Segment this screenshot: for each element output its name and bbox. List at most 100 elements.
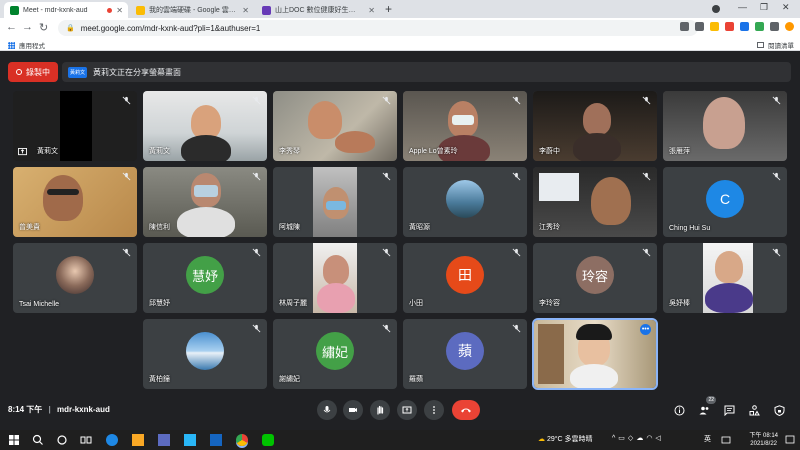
participant-face: [703, 97, 745, 149]
participant-tile[interactable]: 張雁萍: [663, 91, 787, 161]
participant-tile[interactable]: Apple Lo曾素玲: [403, 91, 527, 161]
participant-tile[interactable]: 蘋 羅蘋: [403, 319, 527, 389]
participant-face: [191, 105, 221, 139]
close-icon[interactable]: ✕: [242, 6, 249, 15]
participant-tile[interactable]: 黃莉文: [13, 91, 137, 161]
reading-list[interactable]: 閱讀清單: [757, 40, 794, 50]
notification-icon[interactable]: [784, 434, 796, 446]
chat-button[interactable]: [721, 402, 737, 418]
self-tile[interactable]: •••: [532, 318, 658, 390]
close-icon[interactable]: ✕: [116, 6, 123, 15]
face-mask: [452, 115, 474, 125]
mic-off-icon: [382, 324, 391, 333]
word-icon[interactable]: [210, 434, 222, 446]
chrome-icon[interactable]: [236, 434, 248, 446]
avatar[interactable]: [785, 22, 794, 31]
star-icon[interactable]: [710, 22, 719, 31]
extension-icon[interactable]: [725, 22, 734, 31]
windows-taskbar: ☁ 29°C 多雲時晴 ^▭◇☁◠◁ 英 下午 08:14 2021/8/22: [0, 430, 800, 450]
cortana-icon[interactable]: [56, 434, 68, 446]
camera-icon[interactable]: [680, 22, 689, 31]
apps-bookmark[interactable]: 應用程式: [8, 40, 45, 50]
new-tab-button[interactable]: +: [385, 2, 392, 16]
participant-face: [323, 255, 349, 285]
task-view-icon[interactable]: [80, 434, 92, 446]
participant-tile[interactable]: 吳妤棒: [663, 243, 787, 313]
participant-tile[interactable]: 黃柏鐘: [143, 319, 267, 389]
forward-button[interactable]: →: [22, 21, 33, 33]
participant-tile[interactable]: 繡妃 謝繡妃: [273, 319, 397, 389]
participant-tile[interactable]: 曾美貴: [13, 167, 137, 237]
ime-indicator[interactable]: 英: [704, 434, 711, 444]
participant-tile[interactable]: 黃莉文: [143, 91, 267, 161]
window-close-button[interactable]: ✕: [782, 2, 790, 13]
edge-icon[interactable]: [106, 434, 118, 446]
extension-icon[interactable]: [755, 22, 764, 31]
microphone-button[interactable]: [317, 400, 337, 420]
participant-body: [570, 364, 618, 388]
activities-icon: [749, 404, 760, 415]
participant-tile[interactable]: 阿城陳: [273, 167, 397, 237]
mail-icon[interactable]: [184, 434, 196, 446]
line-icon[interactable]: [262, 434, 274, 446]
participant-tile[interactable]: 玲容 李玲容: [533, 243, 657, 313]
puzzle-icon[interactable]: [770, 22, 779, 31]
more-options-button[interactable]: [424, 400, 444, 420]
monitor-screen: [539, 173, 579, 201]
participant-tile[interactable]: C Ching Hui Su: [663, 167, 787, 237]
reload-button[interactable]: ↻: [39, 21, 48, 34]
info-icon: [674, 405, 684, 415]
participant-tile[interactable]: 李蔚中: [533, 91, 657, 161]
url-field[interactable]: 🔒 meet.google.com/mdr-kxnk-aud?pli=1&aut…: [58, 20, 698, 36]
activities-button[interactable]: [746, 402, 762, 418]
people-icon: [699, 406, 708, 414]
system-tray-icons[interactable]: ^▭◇☁◠◁: [612, 434, 664, 442]
minimize-button[interactable]: —: [738, 2, 747, 12]
leave-call-button[interactable]: [452, 400, 480, 420]
more-vert-icon: [433, 406, 435, 414]
cloud-icon: ☁: [636, 435, 647, 442]
meeting-details-button[interactable]: [671, 402, 687, 418]
file-explorer-icon[interactable]: [132, 434, 144, 446]
close-icon[interactable]: ✕: [368, 6, 375, 15]
volume-icon: ◁: [655, 435, 664, 442]
weather-widget[interactable]: ☁ 29°C 多雲時晴: [538, 434, 593, 444]
extension-icon[interactable]: [740, 22, 749, 31]
people-button[interactable]: 22: [696, 396, 716, 418]
participant-tile[interactable]: 林周子麗: [273, 243, 397, 313]
participant-tile[interactable]: 李秀琴: [273, 91, 397, 161]
participant-tile[interactable]: 田 小田: [403, 243, 527, 313]
host-controls-button[interactable]: [771, 402, 787, 418]
profile-icon[interactable]: [712, 5, 720, 13]
avatar: 蘋: [446, 331, 484, 370]
maximize-button[interactable]: ❐: [760, 2, 768, 13]
raise-hand-button[interactable]: [370, 400, 390, 420]
participant-tile[interactable]: Tsai Michelle: [13, 243, 137, 313]
participant-tile[interactable]: 慧妤 邱慧妤: [143, 243, 267, 313]
windows-start-icon[interactable]: [8, 434, 20, 446]
participant-tile[interactable]: 江秀玲: [533, 167, 657, 237]
participant-tile[interactable]: 黃昭源: [403, 167, 527, 237]
bookmarks-bar: 應用程式 閱讀清單: [0, 38, 800, 51]
share-icon[interactable]: [695, 22, 704, 31]
tab-meet[interactable]: Meet - mdr-kxnk-aud ✕: [4, 2, 128, 18]
meet-main: 錄製中 黃莉文 黃莉文正在分享螢幕畫面 黃莉文 黃莉文 李秀琴 Apple Lo…: [0, 52, 800, 430]
camera-button[interactable]: [343, 400, 363, 420]
participant-tile[interactable]: 陳信利: [143, 167, 267, 237]
search-icon[interactable]: [32, 434, 44, 446]
more-options-icon[interactable]: •••: [640, 324, 651, 335]
ime-mode-icon[interactable]: [720, 434, 732, 446]
mic-off-icon: [122, 172, 131, 181]
present-button[interactable]: [397, 400, 417, 420]
store-icon[interactable]: [158, 434, 170, 446]
recording-indicator[interactable]: 錄製中: [8, 62, 58, 82]
tab-doc[interactable]: 山上DOC 數位健康好生活 - Goo ✕: [256, 2, 380, 18]
taskbar-clock[interactable]: 下午 08:14 2021/8/22: [749, 432, 778, 448]
participant-hair: [576, 324, 612, 340]
avatar: 繡妃: [316, 331, 354, 370]
participant-body: [177, 207, 235, 237]
tab-drive[interactable]: 我的雲端硬碟 - Google 雲端硬碟 ✕: [130, 2, 254, 18]
apps-grid-icon: [8, 41, 15, 49]
participant-body: [573, 133, 621, 161]
back-button[interactable]: ←: [6, 21, 17, 33]
